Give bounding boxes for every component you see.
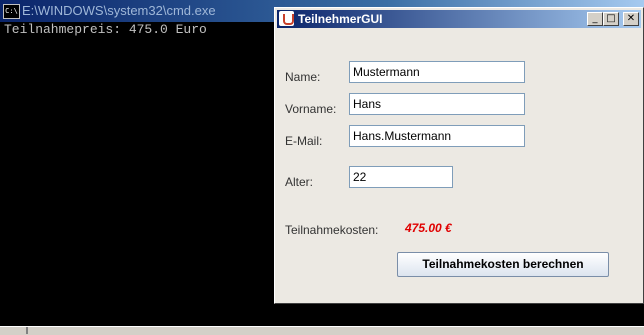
vorname-field[interactable]: Hans: [349, 93, 525, 115]
name-field[interactable]: Mustermann: [349, 61, 525, 83]
email-label: E-Mail:: [285, 134, 323, 148]
gui-titlebar[interactable]: TeilnehmerGUI _ □ ✕: [277, 10, 641, 28]
email-field[interactable]: Hans.Mustermann: [349, 125, 525, 147]
strip-divider: [26, 327, 28, 334]
alter-label: Alter:: [285, 175, 314, 189]
name-label: Name:: [285, 70, 321, 84]
teilnehmer-gui-window: TeilnehmerGUI _ □ ✕ Name: Mustermann Vor…: [274, 7, 644, 304]
vorname-label: Vorname:: [285, 102, 337, 116]
cost-label: Teilnahmekosten:: [285, 223, 379, 237]
gui-title: TeilnehmerGUI: [298, 12, 383, 26]
java-icon: [279, 11, 294, 26]
cost-value: 475.00 €: [405, 221, 452, 235]
cmd-icon: C:\: [3, 4, 20, 19]
calculate-cost-button[interactable]: Teilnahmekosten berechnen: [397, 252, 609, 277]
cmd-title: E:\WINDOWS\system32\cmd.exe: [22, 3, 216, 18]
minimize-button[interactable]: _: [587, 12, 603, 26]
console-output: Teilnahmepreis: 475.0 Euro: [4, 22, 207, 37]
close-button[interactable]: ✕: [623, 12, 639, 26]
alter-field[interactable]: 22: [349, 166, 453, 188]
maximize-button[interactable]: □: [603, 12, 619, 26]
